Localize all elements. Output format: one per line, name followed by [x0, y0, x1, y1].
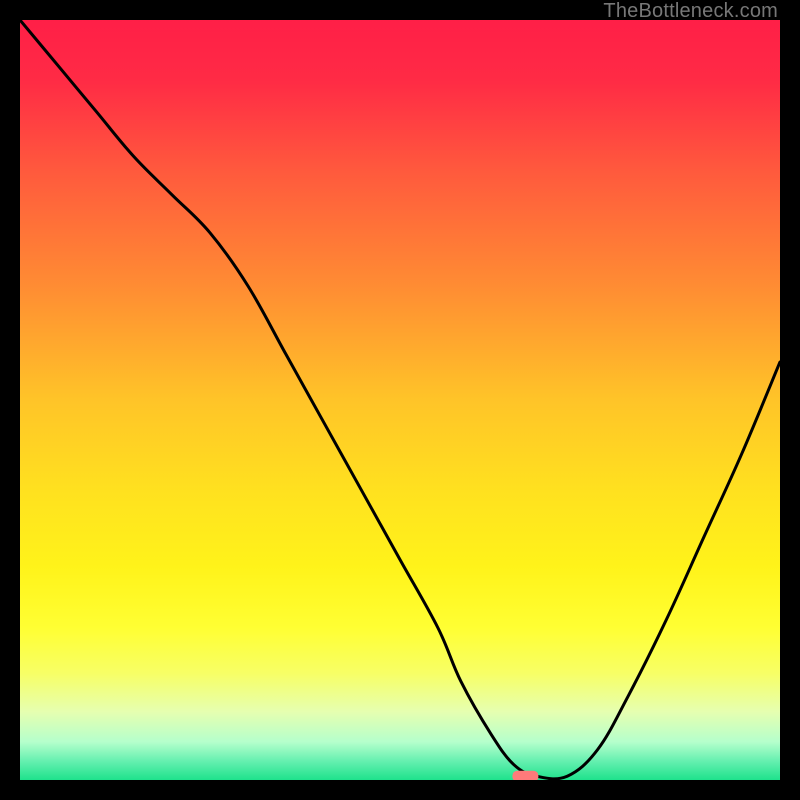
plot-area — [20, 20, 780, 780]
chart-frame: TheBottleneck.com — [0, 0, 800, 800]
bottleneck-chart — [20, 20, 780, 780]
optimal-marker — [512, 771, 538, 780]
watermark-text: TheBottleneck.com — [603, 0, 778, 23]
heatmap-background — [20, 20, 780, 780]
